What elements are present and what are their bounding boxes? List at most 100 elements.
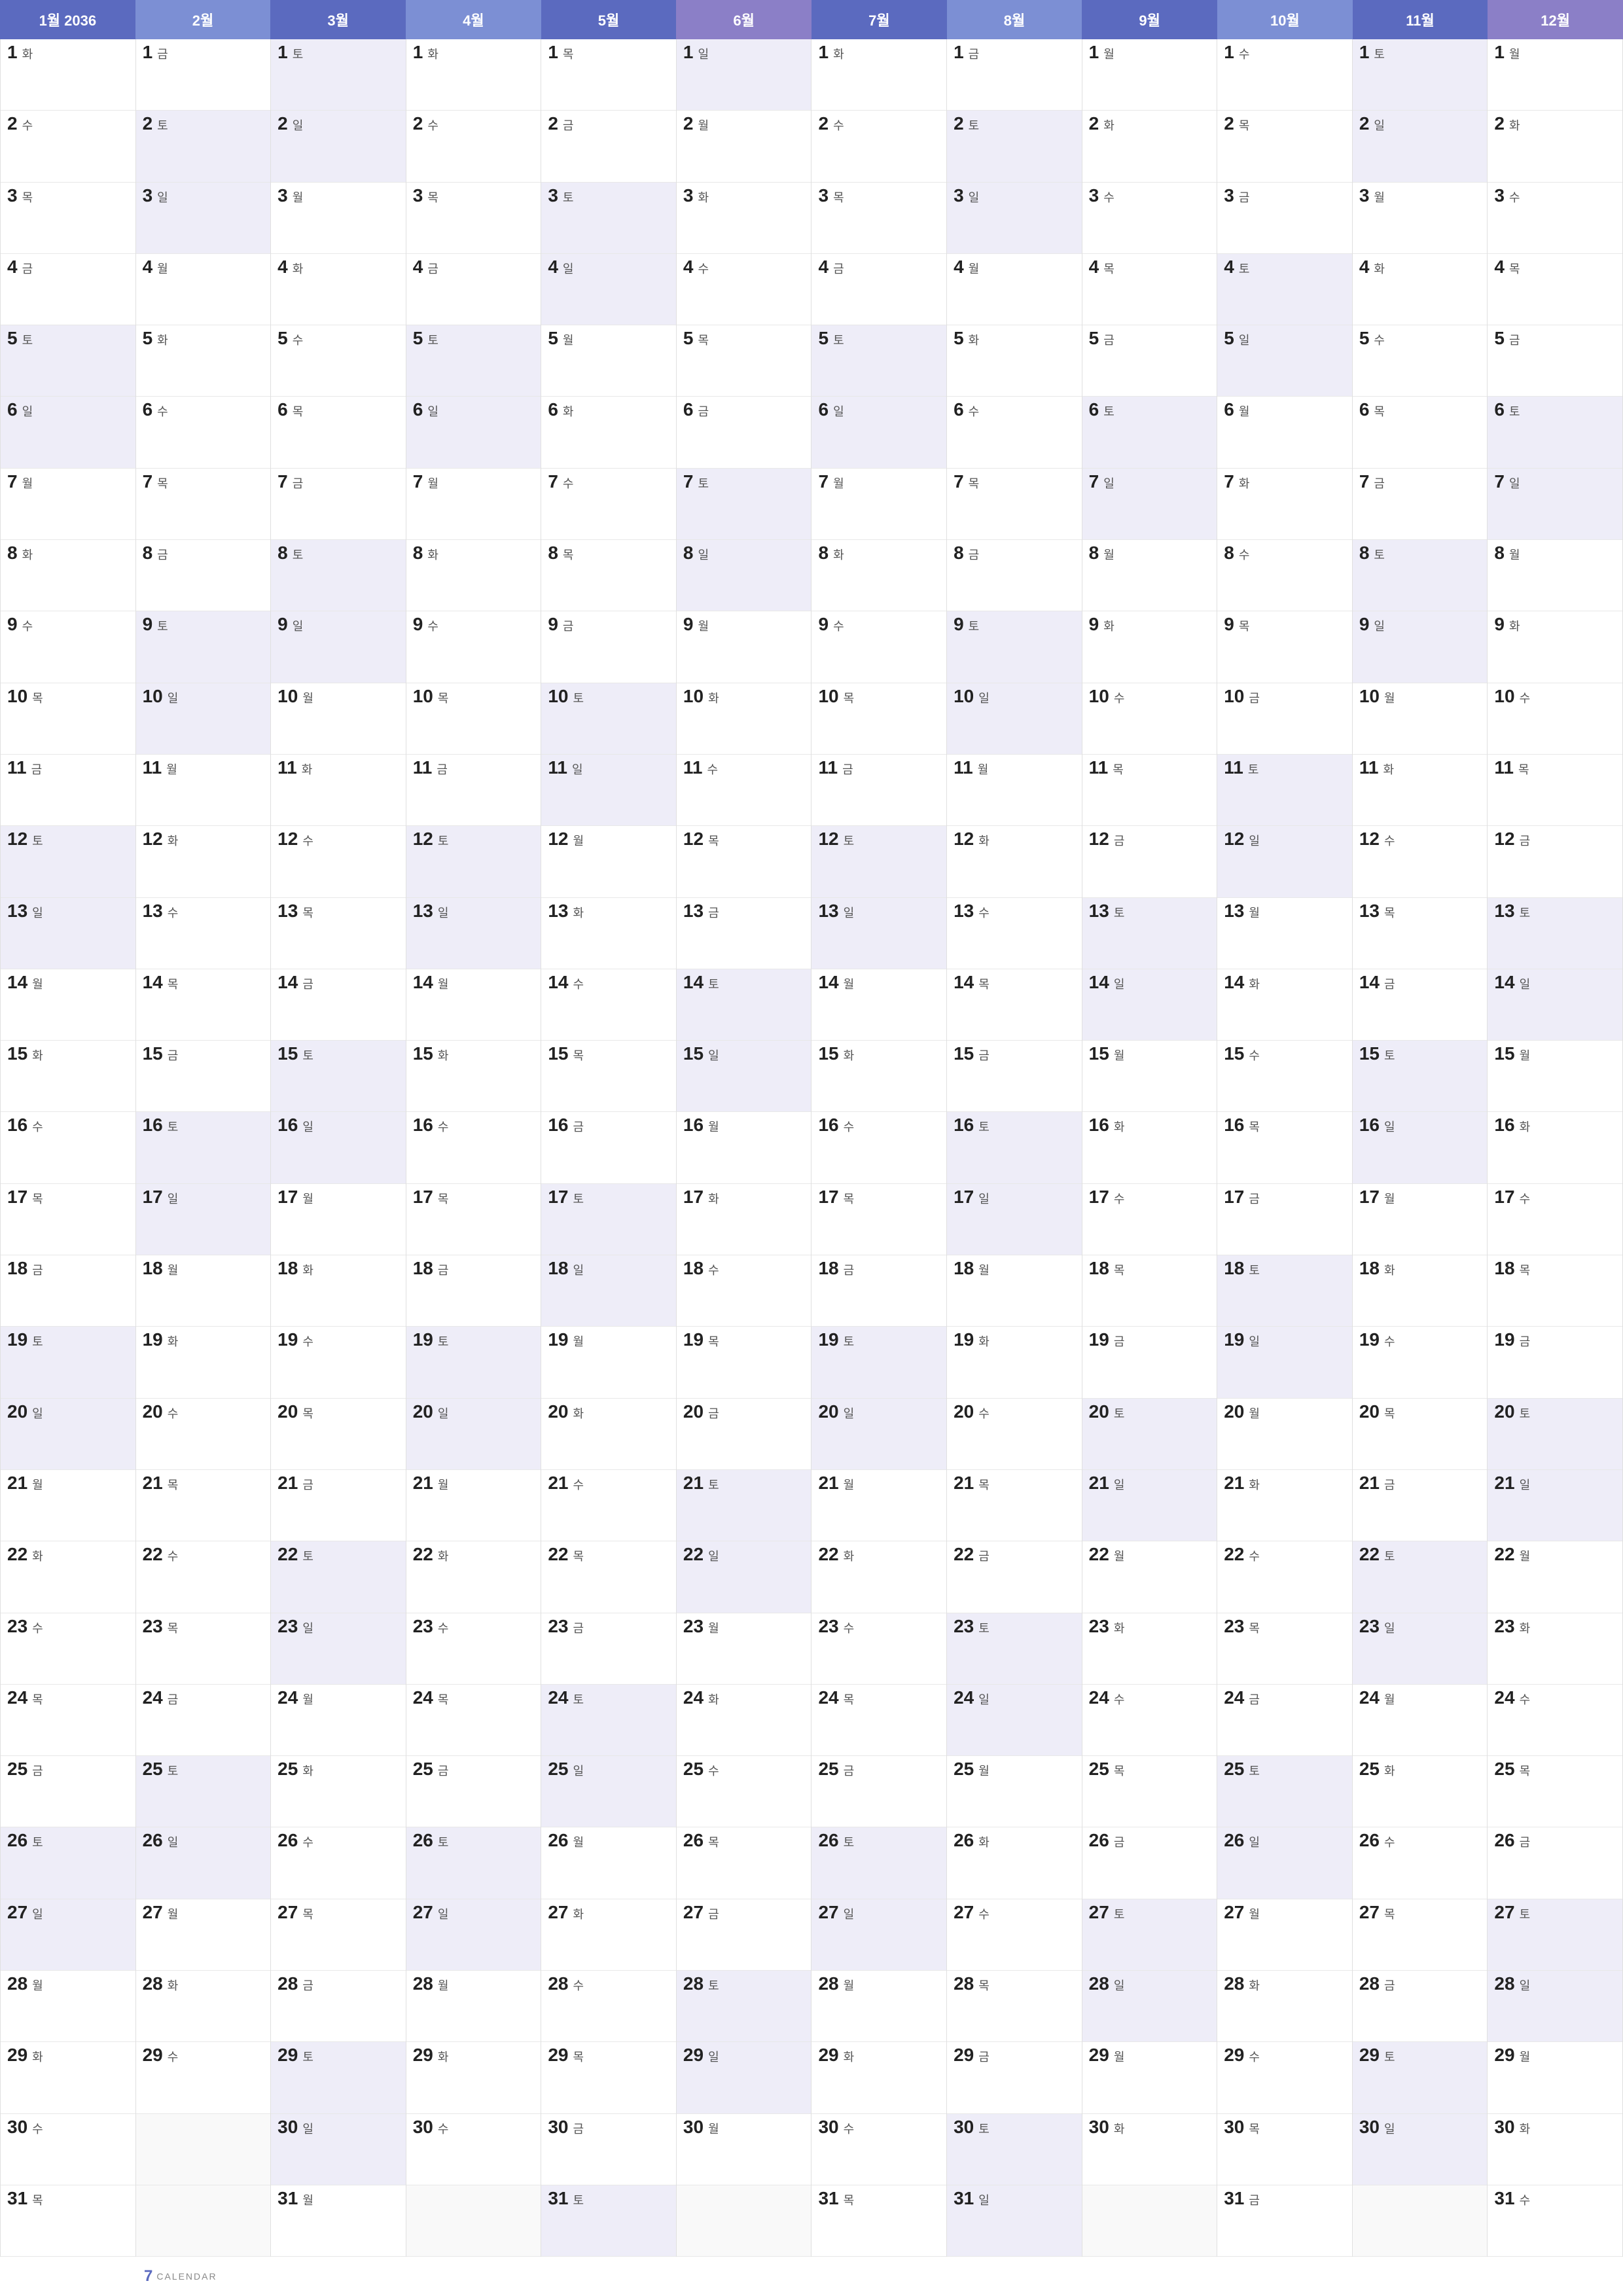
day-row: 6목 bbox=[277, 401, 303, 420]
day-number: 9 bbox=[1089, 615, 1099, 634]
day-cell: 13화 bbox=[541, 898, 676, 969]
day-name: 화 bbox=[698, 188, 709, 206]
month-header-12: 12월 bbox=[1488, 0, 1623, 39]
day-row: 24수 bbox=[1494, 1689, 1530, 1708]
day-row: 20일 bbox=[818, 1403, 854, 1422]
day-cell: 3수 bbox=[1082, 183, 1217, 254]
day-name: 화 bbox=[302, 1261, 313, 1278]
day-row: 5목 bbox=[683, 329, 709, 348]
day-name: 목 bbox=[1509, 260, 1520, 277]
day-row: 1화 bbox=[818, 43, 844, 62]
day-cell: 8화 bbox=[812, 540, 946, 611]
day-cell: 6일 bbox=[1, 397, 135, 468]
day-row: 21월 bbox=[7, 1474, 43, 1493]
day-number: 21 bbox=[1494, 1474, 1514, 1492]
day-cell: 31목 bbox=[812, 2185, 946, 2257]
day-cell: 19화 bbox=[136, 1327, 271, 1398]
day-name: 금 bbox=[573, 1118, 584, 1135]
day-name: 일 bbox=[708, 1547, 719, 1564]
day-cell: 16일 bbox=[271, 1112, 406, 1183]
day-number: 28 bbox=[7, 1975, 27, 1993]
day-cell bbox=[136, 2185, 271, 2257]
day-cell: 14목 bbox=[136, 969, 271, 1041]
day-cell: 16금 bbox=[541, 1112, 676, 1183]
day-name: 월 bbox=[1114, 2048, 1125, 2065]
day-number: 17 bbox=[143, 1188, 163, 1206]
day-cell: 25월 bbox=[947, 1756, 1082, 1827]
day-row: 24금 bbox=[1224, 1689, 1260, 1708]
day-row: 28일 bbox=[1494, 1975, 1530, 1994]
day-name: 수 bbox=[573, 1977, 584, 1994]
day-cell: 25수 bbox=[677, 1756, 812, 1827]
day-row: 2화 bbox=[1089, 115, 1115, 134]
day-row: 4토 bbox=[1224, 258, 1249, 277]
day-row: 23토 bbox=[954, 1617, 990, 1636]
day-row: 27일 bbox=[818, 1903, 854, 1922]
day-cell: 10화 bbox=[677, 683, 812, 755]
day-number: 30 bbox=[7, 2118, 27, 2136]
day-row: 15토 bbox=[277, 1045, 313, 1064]
day-row: 21목 bbox=[954, 1474, 990, 1493]
day-name: 금 bbox=[844, 1261, 855, 1278]
day-name: 일 bbox=[969, 188, 980, 206]
day-row: 30금 bbox=[548, 2118, 584, 2137]
day-number: 5 bbox=[413, 329, 423, 348]
day-name: 월 bbox=[438, 975, 449, 992]
day-row: 1토 bbox=[277, 43, 303, 62]
day-row: 2일 bbox=[1359, 115, 1385, 134]
day-name: 화 bbox=[1520, 1118, 1531, 1135]
day-name: 일 bbox=[708, 2048, 719, 2065]
day-row: 19월 bbox=[548, 1331, 584, 1350]
day-row: 21화 bbox=[1224, 1474, 1260, 1493]
day-name: 일 bbox=[293, 617, 304, 634]
month-header-11: 11월 bbox=[1353, 0, 1488, 39]
day-number: 14 bbox=[413, 973, 433, 992]
month-col-3: 1토2일3월4화5수6목7금8토9일10월11화12수13목14금15토16일1… bbox=[271, 39, 406, 2257]
day-number: 10 bbox=[7, 687, 27, 706]
day-name: 화 bbox=[22, 45, 33, 62]
day-name: 수 bbox=[978, 1405, 990, 1422]
day-cell: 26토 bbox=[1, 1827, 135, 1899]
day-number: 9 bbox=[818, 615, 829, 634]
day-cell: 17월 bbox=[1353, 1184, 1488, 1255]
day-cell bbox=[136, 2114, 271, 2185]
day-number: 2 bbox=[413, 115, 423, 133]
day-row: 3수 bbox=[1494, 187, 1520, 206]
day-row: 17목 bbox=[818, 1188, 854, 1207]
day-number: 22 bbox=[413, 1545, 433, 1564]
day-number: 15 bbox=[143, 1045, 163, 1063]
day-number: 19 bbox=[1494, 1331, 1514, 1349]
day-number: 3 bbox=[7, 187, 18, 205]
day-row: 4금 bbox=[413, 258, 438, 277]
day-name: 금 bbox=[978, 1047, 990, 1064]
day-number: 29 bbox=[954, 2046, 974, 2064]
day-row: 27토 bbox=[1089, 1903, 1125, 1922]
day-cell: 27목 bbox=[1353, 1899, 1488, 1971]
day-row: 24월 bbox=[277, 1689, 313, 1708]
day-cell: 15화 bbox=[1, 1041, 135, 1112]
day-cell: 22토 bbox=[271, 1541, 406, 1613]
day-cell: 25토 bbox=[136, 1756, 271, 1827]
day-number: 12 bbox=[1224, 830, 1244, 848]
day-name: 일 bbox=[1114, 1476, 1125, 1493]
day-row: 3금 bbox=[1224, 187, 1249, 206]
day-row: 7수 bbox=[548, 473, 573, 492]
day-number: 25 bbox=[143, 1760, 163, 1778]
day-cell: 22월 bbox=[1488, 1541, 1622, 1613]
day-row: 9화 bbox=[1089, 615, 1115, 634]
day-cell: 28금 bbox=[1353, 1971, 1488, 2042]
day-cell: 27월 bbox=[1217, 1899, 1352, 1971]
day-name: 목 bbox=[1520, 1762, 1531, 1779]
day-cell: 27일 bbox=[406, 1899, 541, 1971]
day-row: 16목 bbox=[1224, 1116, 1260, 1135]
day-number: 24 bbox=[818, 1689, 838, 1707]
day-number: 27 bbox=[818, 1903, 838, 1922]
day-name: 토 bbox=[32, 1833, 43, 1850]
day-number: 17 bbox=[1089, 1188, 1109, 1206]
day-row: 24목 bbox=[413, 1689, 449, 1708]
day-row: 22월 bbox=[1089, 1545, 1125, 1564]
day-number: 24 bbox=[1359, 1689, 1380, 1707]
day-name: 목 bbox=[563, 45, 574, 62]
day-row: 22수 bbox=[143, 1545, 179, 1564]
day-row: 24일 bbox=[954, 1689, 990, 1708]
